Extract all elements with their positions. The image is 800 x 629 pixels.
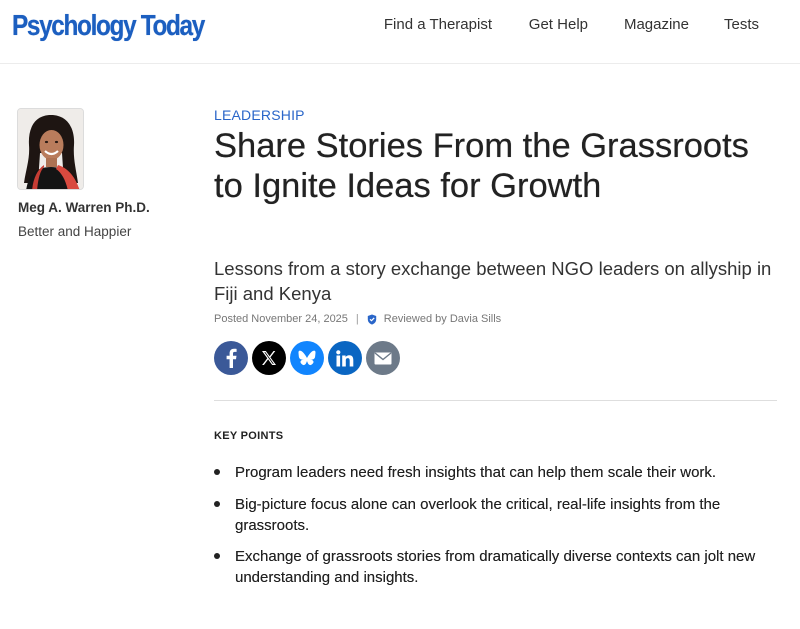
article-title: Share Stories From the Grassroots to Ign… (214, 127, 749, 205)
x-icon (262, 351, 276, 365)
key-point-item: Program leaders need fresh insights that… (214, 462, 774, 483)
share-x-button[interactable] (252, 341, 286, 375)
bullet-icon (214, 553, 220, 559)
nav-magazine[interactable]: Magazine (624, 16, 689, 33)
category-link[interactable]: LEADERSHIP (214, 107, 305, 123)
share-facebook-button[interactable] (214, 341, 248, 375)
verified-shield-icon (367, 314, 377, 325)
bluesky-icon (298, 350, 316, 366)
key-point-text: Big-picture focus alone can overlook the… (235, 495, 721, 534)
top-header: Psychology Today Find a Therapist Get He… (0, 0, 800, 64)
nav-tests[interactable]: Tests (724, 16, 759, 33)
bullet-icon (214, 469, 220, 475)
section-divider (214, 400, 777, 401)
author-blog-name[interactable]: Better and Happier (18, 224, 131, 239)
bullet-icon (214, 500, 220, 507)
site-logo[interactable]: Psychology Today (12, 6, 240, 46)
author-name[interactable]: Meg A. Warren Ph.D. (18, 200, 150, 215)
logo-text: Psychology Today (12, 9, 205, 42)
posted-date: Posted November 24, 2025 (214, 313, 348, 325)
key-points-heading: KEY POINTS (214, 430, 284, 442)
key-point-text: Exchange of grassroots stories from dram… (235, 548, 756, 586)
key-point-item: Big-picture focus alone can overlook the… (214, 494, 774, 536)
key-point-item: Exchange of grassroots stories from dram… (214, 546, 774, 588)
article-subtitle: Lessons from a story exchange between NG… (214, 258, 772, 304)
key-point-text: Program leaders need fresh insights that… (235, 464, 717, 481)
author-portrait-image (18, 109, 83, 189)
reviewed-by[interactable]: Reviewed by Davia Sills (384, 313, 501, 325)
facebook-icon (226, 348, 237, 368)
share-email-button[interactable] (366, 341, 400, 375)
linkedin-icon (336, 349, 354, 366)
article-meta: Posted November 24, 2025 | Reviewed by D… (214, 313, 501, 325)
nav-find-a-therapist[interactable]: Find a Therapist (384, 16, 492, 33)
email-icon (374, 351, 392, 364)
share-bluesky-button[interactable] (290, 341, 324, 375)
meta-separator: | (355, 313, 359, 325)
nav-get-help[interactable]: Get Help (529, 16, 588, 33)
share-linkedin-button[interactable] (328, 341, 362, 375)
author-avatar[interactable] (17, 108, 84, 190)
key-points-list: Program leaders need fresh insights that… (214, 462, 774, 599)
